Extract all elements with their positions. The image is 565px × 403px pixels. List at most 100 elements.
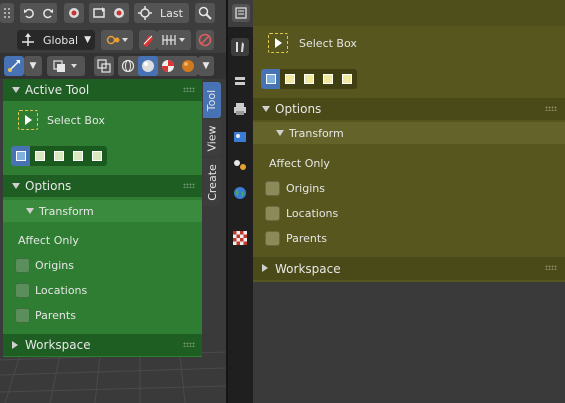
tab-create[interactable]: Create [203,158,221,206]
properties-editor-icon [235,7,247,19]
world-properties-tab[interactable] [231,184,249,202]
chevron-down-icon: ▼ [29,61,37,71]
mode-subtract-icon [54,151,64,161]
xray-toggle[interactable] [94,56,114,76]
selectability-icon [53,60,77,72]
mode-extend-button[interactable] [280,69,299,89]
render-properties-tab[interactable] [231,72,249,90]
grip-icon [4,8,10,18]
mode-intersect-button[interactable] [88,146,107,166]
pivot-icon [106,35,128,45]
wireframe-sphere-icon [121,59,135,73]
transform-mode-dropdown[interactable]: ▼ [24,56,42,76]
select-box-icon [18,110,38,130]
locations-checkbox[interactable] [265,206,280,221]
history-button[interactable] [64,3,84,23]
rendered-shading-button[interactable] [178,56,198,76]
drag-handle-icon[interactable] [183,87,195,92]
mode-intersect-button[interactable] [338,69,357,89]
parents-checkbox[interactable] [265,231,280,246]
expand-arrow-icon [12,87,20,93]
drag-handle-icon[interactable] [545,106,557,111]
globe-icon [234,187,246,199]
mode-extend-icon [34,151,45,161]
mode-new-icon [15,151,26,161]
mode-invert-button[interactable] [69,146,88,166]
expand-arrow-icon [12,183,20,189]
solid-shading-button[interactable] [138,56,158,76]
mode-new-button[interactable] [261,69,281,89]
drag-handle-icon[interactable] [183,342,195,347]
scene-properties-tab[interactable] [231,156,249,174]
repeat-history-button[interactable] [109,3,129,23]
image-icon [234,132,246,142]
transform-title: Transform [39,205,94,218]
drag-handle-icon[interactable] [545,265,557,270]
expand-arrow-icon [262,106,270,112]
locations-label: Locations [286,207,339,220]
solid-sphere-icon [142,60,154,72]
affect-only-label: Affect Only [269,157,330,170]
pivot-dropdown[interactable] [101,30,133,50]
transform-mode-button[interactable] [4,56,24,76]
drag-handle-icon[interactable] [183,183,195,188]
tab-view-label: View [205,124,219,152]
search-icon [198,6,212,20]
menu-toggle-button[interactable] [0,3,14,23]
view-layer-properties-tab[interactable] [231,128,249,146]
last-label: Last [160,6,183,20]
gear-icon [138,6,152,20]
origins-checkbox[interactable] [15,258,30,273]
undo-icon [24,8,34,19]
snap-target-dropdown[interactable] [157,30,191,50]
origins-checkbox[interactable] [265,181,280,196]
mode-subtract-button[interactable] [49,146,68,166]
options-title: Options [25,179,72,193]
wireframe-shading-button[interactable] [118,56,138,76]
orientation-icon [22,33,34,46]
chevron-down-icon: ▼ [202,61,210,71]
shading-options-dropdown[interactable]: ▼ [198,56,214,76]
tool-properties-tab[interactable] [231,38,249,56]
mode-invert-icon [323,74,334,84]
selectability-dropdown[interactable] [47,56,85,76]
properties-panel-header [253,0,565,26]
repeat-last-button[interactable] [89,3,109,23]
snap-toggle[interactable] [139,30,157,50]
collapsed-arrow-icon [262,264,268,272]
tab-tool[interactable]: Tool [203,82,221,118]
material-shading-button[interactable] [158,56,178,76]
orientation-dropdown[interactable]: Global ▼ [17,30,95,50]
mode-subtract-button[interactable] [299,69,318,89]
workspace-title: Workspace [25,338,91,352]
tab-view[interactable]: View [203,120,221,156]
mode-new-icon [265,74,276,84]
undo-button[interactable] [20,3,38,23]
locations-checkbox[interactable] [15,283,30,298]
texture-properties-tab[interactable] [231,229,249,247]
redo-button[interactable] [39,3,57,23]
mode-new-button[interactable] [11,146,31,166]
output-properties-tab[interactable] [231,100,249,118]
empty-properties-area [253,282,565,403]
transform-title: Transform [289,127,344,140]
wrench-screwdriver-icon [236,42,244,52]
magnet-icon [143,35,153,47]
mode-extend-button[interactable] [30,146,49,166]
locations-label: Locations [35,284,88,297]
editor-type-button[interactable] [232,4,250,22]
selection-mode-buttons [261,69,357,89]
material-sphere-icon [162,60,174,72]
expand-arrow-icon [26,208,34,214]
options-title: Options [275,102,322,116]
parents-label: Parents [286,232,327,245]
parents-label: Parents [35,309,76,322]
adjust-last-button[interactable]: Last [134,3,189,23]
search-button[interactable] [195,3,215,23]
affect-only-label: Affect Only [18,234,79,247]
chevron-down-icon: ▼ [84,35,91,45]
mode-invert-button[interactable] [319,69,338,89]
parents-checkbox[interactable] [15,308,30,323]
history-icon [69,8,79,18]
proportional-edit-toggle[interactable] [196,30,214,50]
